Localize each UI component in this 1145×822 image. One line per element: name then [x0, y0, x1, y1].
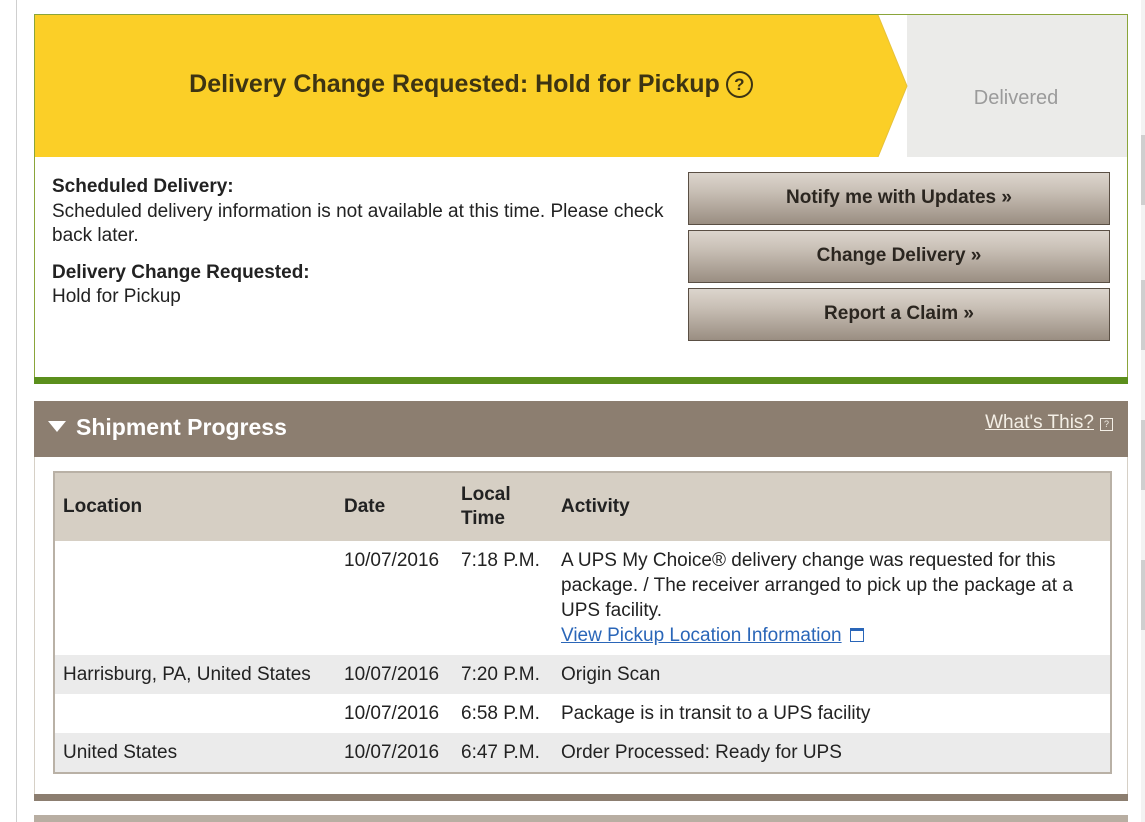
- column-header-date: Date: [336, 472, 453, 541]
- row-location: [54, 541, 336, 655]
- table-row: 10/07/2016 7:18 P.M. A UPS My Choice® de…: [54, 541, 1111, 655]
- table-row: United States 10/07/2016 6:47 P.M. Order…: [54, 733, 1111, 773]
- page-left-border: [16, 0, 17, 822]
- shipment-progress-toggle[interactable]: Shipment Progress: [48, 414, 287, 441]
- row-activity: Origin Scan: [553, 655, 1111, 694]
- row-date: 10/07/2016: [336, 655, 453, 694]
- row-time: 7:18 P.M.: [461, 550, 540, 571]
- status-banner: Delivery Change Requested: Hold for Pick…: [35, 15, 1127, 157]
- shipment-progress-header[interactable]: Shipment Progress What's This??: [34, 401, 1128, 457]
- delivery-details: Scheduled Delivery: Scheduled delivery i…: [52, 175, 672, 322]
- row-time: 6:58 P.M.: [461, 703, 540, 724]
- report-claim-button[interactable]: Report a Claim »: [688, 288, 1110, 341]
- info-box-icon: ?: [1100, 418, 1113, 431]
- view-pickup-location-link[interactable]: View Pickup Location Information: [561, 625, 842, 646]
- row-activity-text: A UPS My Choice® delivery change was req…: [561, 550, 1073, 621]
- progress-bottom-bar: [34, 794, 1128, 801]
- tracking-table-header: Location Date Local Time Activity: [54, 472, 1111, 541]
- row-date: 10/07/2016: [336, 733, 453, 773]
- row-location: United States: [54, 733, 336, 773]
- popup-window-icon[interactable]: [849, 628, 864, 642]
- change-delivery-button[interactable]: Change Delivery »: [688, 230, 1110, 283]
- page-right-border: [1141, 0, 1145, 822]
- status-title: Delivery Change Requested: Hold for Pick…: [35, 70, 907, 99]
- status-title-text: Delivery Change Requested: Hold for Pick…: [189, 70, 720, 98]
- collapse-triangle-icon: [48, 421, 66, 432]
- row-location: [54, 694, 336, 733]
- scheduled-delivery-heading: Scheduled Delivery:: [52, 176, 234, 197]
- table-row: 10/07/2016 6:58 P.M. Package is in trans…: [54, 694, 1111, 733]
- next-section-header: [34, 815, 1128, 822]
- row-date: 10/07/2016: [344, 703, 440, 724]
- shipment-progress-panel: Shipment Progress What's This?? Location…: [34, 401, 1128, 801]
- scheduled-delivery-text: Scheduled delivery information is not av…: [52, 200, 664, 247]
- column-header-activity: Activity: [553, 472, 1111, 541]
- row-date: 10/07/2016: [344, 550, 440, 571]
- row-activity: A UPS My Choice® delivery change was req…: [553, 541, 1111, 655]
- notify-updates-button[interactable]: Notify me with Updates »: [688, 172, 1110, 225]
- row-time: 6:47 P.M.: [453, 733, 553, 773]
- status-card: Delivery Change Requested: Hold for Pick…: [34, 14, 1128, 384]
- delivery-change-text: Hold for Pickup: [52, 286, 181, 307]
- column-header-local-time: Local Time: [453, 472, 553, 541]
- row-time: 7:20 P.M.: [453, 655, 553, 694]
- row-activity: Order Processed: Ready for UPS: [553, 733, 1111, 773]
- table-row: Harrisburg, PA, United States 10/07/2016…: [54, 655, 1111, 694]
- whats-this-text: What's This?: [985, 412, 1094, 433]
- row-activity: Package is in transit to a UPS facility: [561, 703, 871, 724]
- column-header-location: Location: [54, 472, 336, 541]
- whats-this-link[interactable]: What's This??: [985, 412, 1113, 434]
- tracking-table: Location Date Local Time Activity 10/07/…: [53, 471, 1112, 774]
- delivery-change-heading: Delivery Change Requested:: [52, 261, 310, 283]
- shipment-progress-title: Shipment Progress: [76, 414, 287, 440]
- row-location: Harrisburg, PA, United States: [54, 655, 336, 694]
- status-bottom-bar: [34, 377, 1128, 384]
- help-icon[interactable]: ?: [725, 71, 753, 98]
- delivered-step-label: Delivered: [973, 87, 1059, 109]
